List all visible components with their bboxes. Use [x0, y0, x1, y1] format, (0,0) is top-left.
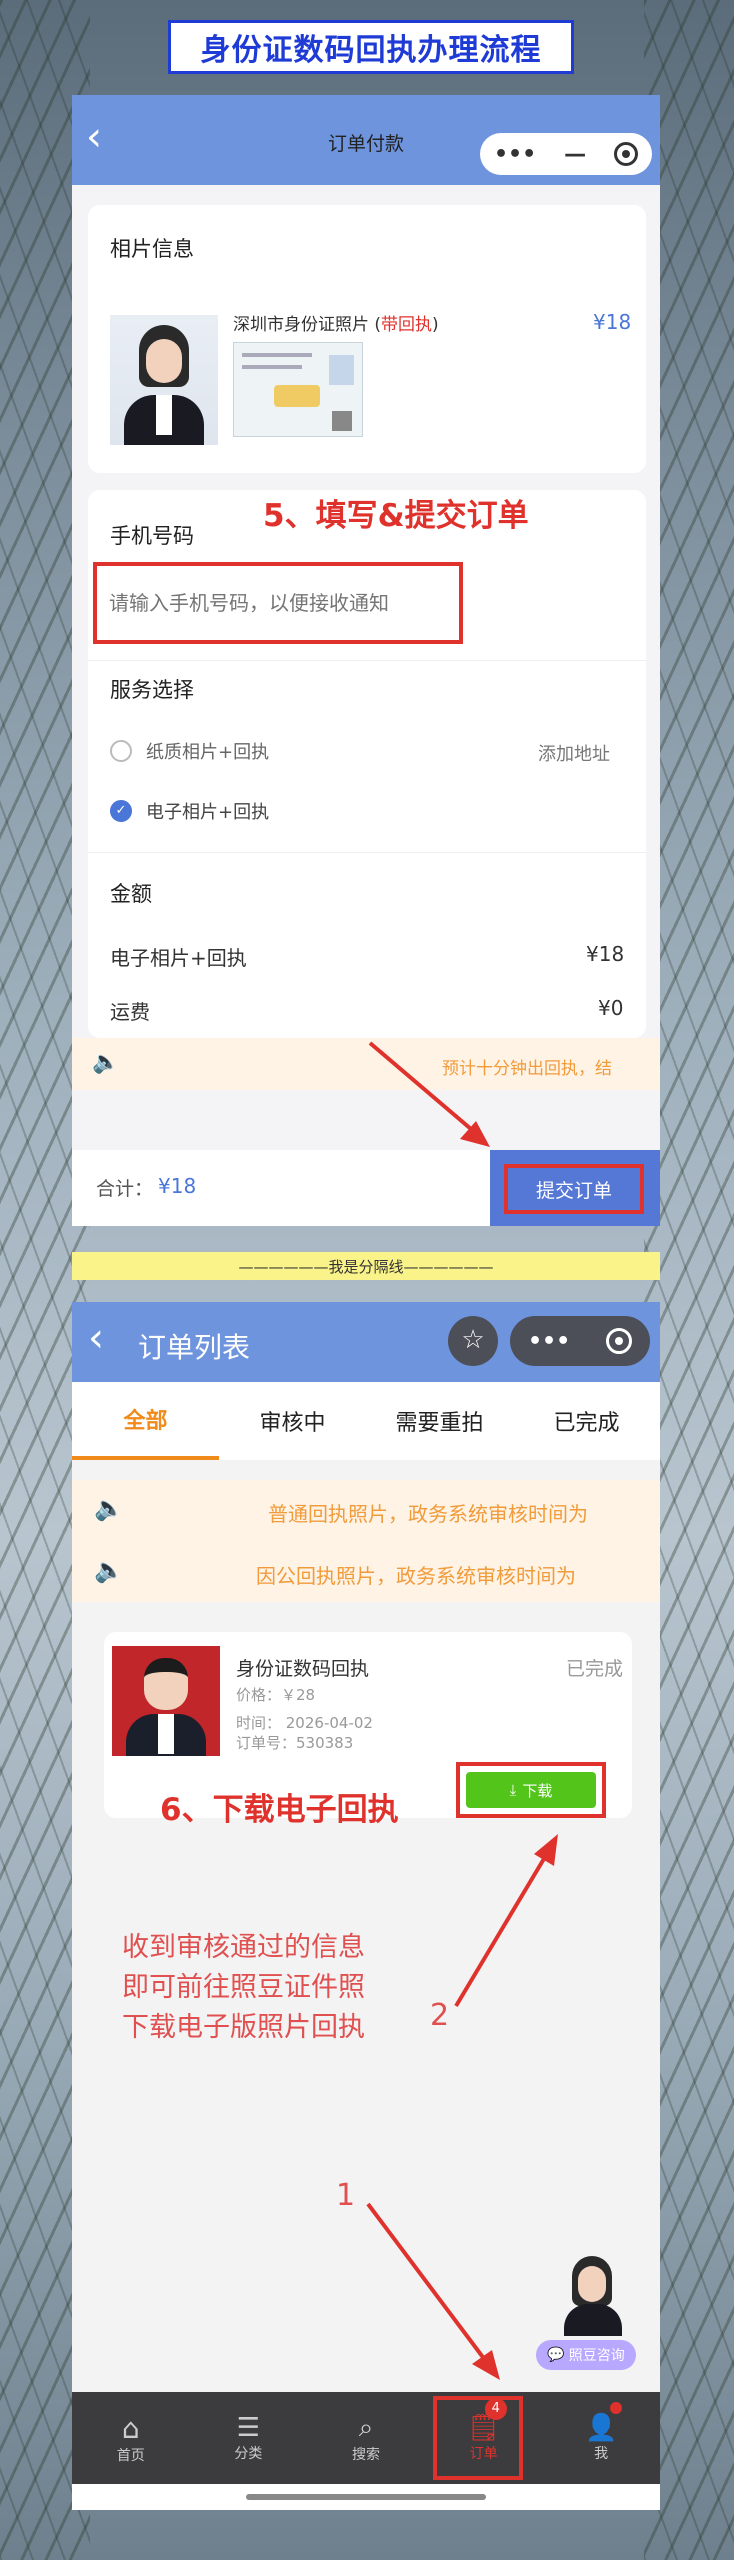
- tabbar-category[interactable]: ☰ 分类: [190, 2392, 308, 2484]
- total-value: ¥18: [158, 1174, 197, 1198]
- checkout-footer: 合计： ¥18 提交订单: [72, 1150, 660, 1226]
- speaker-icon: 🔈: [94, 1494, 124, 1522]
- close-target-icon[interactable]: [614, 142, 639, 166]
- bottom-tabbar: ⌂ 首页 ☰ 分类 ⌕ 搜索 🗒 订单 4 👤 我: [72, 2392, 660, 2484]
- order-price: 价格：￥28: [236, 1686, 316, 1704]
- phone-input-highlight: [93, 562, 463, 644]
- product-name: 深圳市身份证照片 (带回执): [233, 315, 439, 335]
- home-indicator-area: [72, 2484, 660, 2510]
- step6-annotation: 6、下载电子回执: [160, 1792, 399, 1828]
- amount-row-value: ¥18: [586, 942, 625, 966]
- order-time: 时间： 2026-04-02: [236, 1714, 373, 1732]
- tabbar-me[interactable]: 👤 我: [542, 2392, 660, 2484]
- instruction-annotation: 收到审核通过的信息 即可前往照豆证件照 下载电子版照片回执: [122, 1932, 365, 2043]
- divider-strip: ——————我是分隔线——————: [72, 1252, 660, 1280]
- service-title: 服务选择: [110, 678, 194, 702]
- tabbar-search[interactable]: ⌕ 搜索: [307, 2392, 425, 2484]
- download-highlight: ⤓ 下载: [456, 1762, 606, 1818]
- mini-program-capsule: ••• —: [480, 133, 652, 175]
- home-icon: ⌂: [121, 2411, 140, 2445]
- order-number: 订单号：530383: [236, 1734, 354, 1752]
- consult-button[interactable]: 💬 照豆咨询: [536, 2340, 636, 2370]
- mini-program-capsule-2: •••: [510, 1316, 650, 1366]
- close-target-icon[interactable]: [606, 1328, 633, 1354]
- order-status: 已完成: [566, 1658, 624, 1680]
- order-form-card: 手机号码 5、填写&提交订单 服务选择 纸质相片+回执 添加地址 ✓ 电子相片+…: [88, 490, 646, 1038]
- star-icon[interactable]: ☆: [448, 1316, 498, 1366]
- page-banner: 身份证数码回执办理流程: [168, 20, 574, 74]
- notification-dot: [610, 2402, 623, 2414]
- more-icon[interactable]: •••: [528, 1329, 570, 1354]
- radio-checked-icon[interactable]: ✓: [110, 800, 132, 822]
- shipping-value: ¥0: [598, 996, 624, 1020]
- tab-all[interactable]: 全部: [72, 1382, 219, 1460]
- tabbar-orders[interactable]: 🗒 订单 4: [425, 2392, 543, 2484]
- arrow-number-1: 1: [336, 2178, 356, 2213]
- step5-annotation: 5、填写&提交订单: [263, 498, 529, 534]
- product-price: ¥18: [593, 310, 632, 334]
- submit-order-label[interactable]: 提交订单: [504, 1164, 644, 1214]
- service-option-paper[interactable]: 纸质相片+回执: [110, 738, 269, 764]
- add-address-link[interactable]: 添加地址: [538, 740, 610, 766]
- arrow-number-2: 2: [430, 1998, 450, 2033]
- annotation-arrow-1: [366, 2202, 500, 2380]
- id-photo-thumbnail: [110, 315, 218, 445]
- amount-row-label: 电子相片+回执: [110, 946, 247, 970]
- photo-info-card: 相片信息 深圳市身份证照片 (带回执) ¥18: [88, 205, 646, 473]
- category-icon: ☰: [236, 2413, 261, 2443]
- tab-retake[interactable]: 需要重拍: [366, 1382, 513, 1460]
- tab-completed[interactable]: 已完成: [513, 1382, 660, 1460]
- radio-unchecked-icon[interactable]: [110, 740, 132, 762]
- notice-line: 因公回执照片，政务系统审核时间为: [256, 1564, 576, 1588]
- download-button[interactable]: ⤓ 下载: [466, 1772, 596, 1808]
- order-title: 身份证数码回执: [236, 1658, 370, 1680]
- speaker-icon: 🔈: [94, 1556, 124, 1584]
- receipt-sample-image: [233, 342, 363, 437]
- amount-title: 金额: [110, 882, 152, 906]
- more-icon[interactable]: •••: [494, 142, 536, 167]
- submit-order-button[interactable]: 提交订单: [490, 1150, 660, 1226]
- minimize-icon[interactable]: —: [564, 142, 586, 167]
- order-tabs: 全部 审核中 需要重拍 已完成: [72, 1382, 660, 1460]
- user-icon: 👤: [584, 2413, 618, 2443]
- phone-label: 手机号码: [110, 524, 194, 548]
- shipping-label: 运费: [110, 1000, 150, 1024]
- order-photo: [112, 1646, 220, 1756]
- annotation-arrow-2: [454, 1834, 558, 2008]
- section-title: 相片信息: [110, 237, 194, 261]
- back-icon[interactable]: ‹: [88, 1318, 104, 1358]
- search-icon: ⌕: [358, 2412, 374, 2443]
- nav-bar-2: ‹ 订单列表 ☆ •••: [72, 1302, 660, 1382]
- service-option-digital[interactable]: ✓ 电子相片+回执: [110, 798, 269, 824]
- nav-bar: ‹ 订单付款 ••• —: [72, 95, 660, 185]
- nav-title-2: 订单列表: [138, 1331, 251, 1364]
- download-icon: ⤓: [509, 1781, 517, 1799]
- phone-input[interactable]: [97, 566, 459, 640]
- notice-panel: 🔈 普通回执照片，政务系统审核时间为 🔈 因公回执照片，政务系统审核时间为: [72, 1480, 660, 1602]
- speaker-icon: 🔈: [92, 1050, 120, 1075]
- order-badge: 4: [484, 2398, 507, 2420]
- notice-line: 普通回执照片，政务系统审核时间为: [268, 1502, 588, 1526]
- total-label: 合计：: [96, 1178, 154, 1200]
- consult-avatar[interactable]: [558, 2252, 628, 2336]
- tabbar-home[interactable]: ⌂ 首页: [72, 2392, 190, 2484]
- chat-icon: 💬: [547, 2347, 565, 2363]
- annotation-arrow: [368, 1041, 490, 1147]
- tab-reviewing[interactable]: 审核中: [219, 1382, 366, 1460]
- home-indicator: [246, 2494, 486, 2500]
